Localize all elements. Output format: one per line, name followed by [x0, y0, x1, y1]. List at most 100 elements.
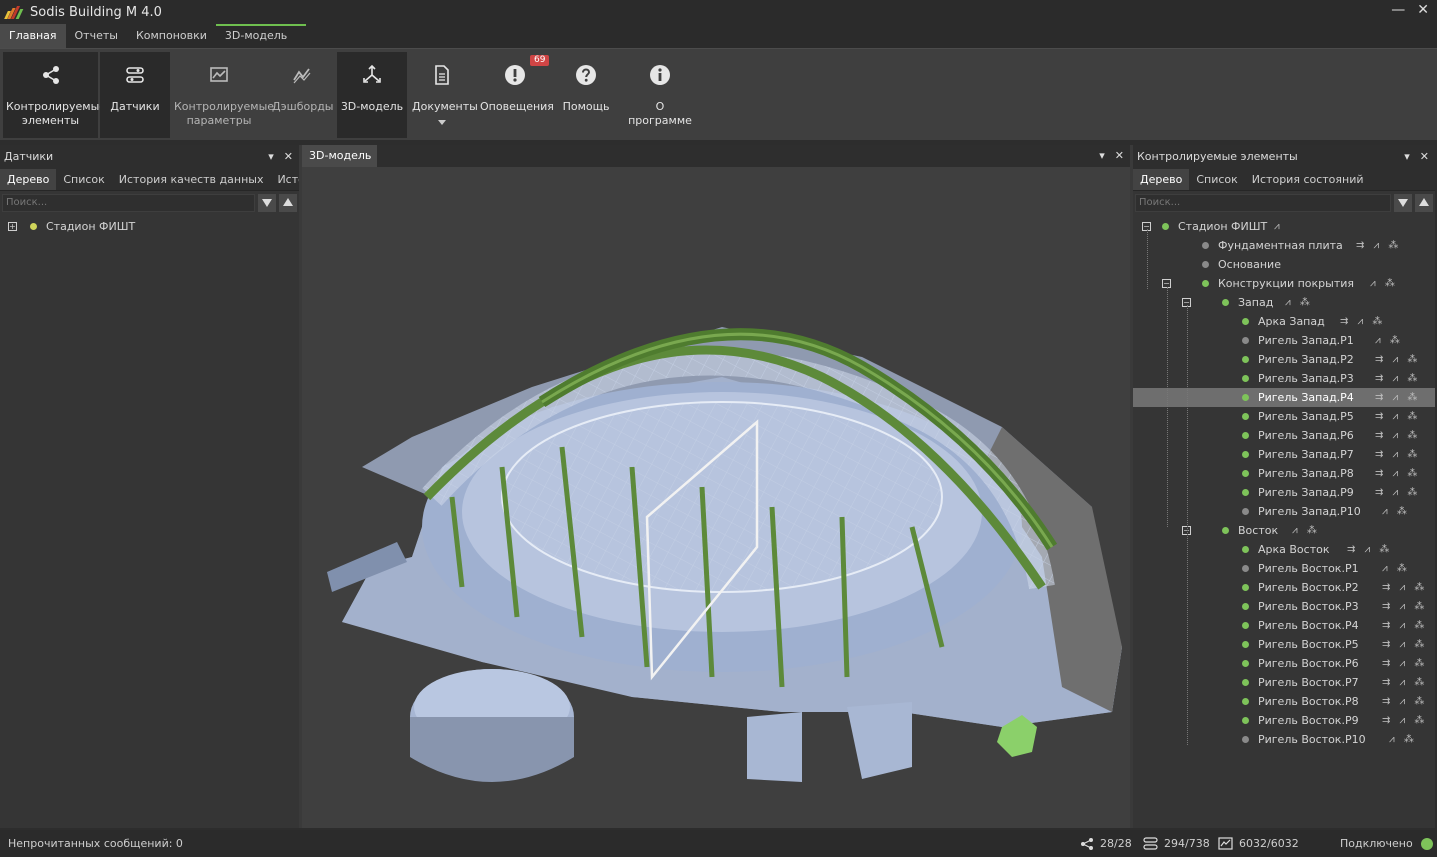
tree-item[interactable]: Арка Запад ⇉ ⩘ ⁂	[1133, 312, 1435, 331]
tree-item[interactable]: Ригель Восток.Р2 ⇉ ⩘ ⁂	[1133, 578, 1435, 597]
tree-item[interactable]: Ригель Запад.Р8 ⇉ ⩘ ⁂	[1133, 464, 1435, 483]
tree-item[interactable]: − Стадион ФИШТ ⩘	[1133, 217, 1435, 236]
tree-item[interactable]: Ригель Восток.Р6 ⇉ ⩘ ⁂	[1133, 654, 1435, 673]
tab-main[interactable]: Главная	[0, 24, 66, 48]
item-actions-icons[interactable]: ⇉ ⩘ ⁂	[1375, 483, 1420, 502]
item-actions-icons[interactable]: ⇉ ⩘ ⁂	[1375, 407, 1420, 426]
ribbon-alerts-button[interactable]: 69 Оповещения	[477, 52, 554, 138]
tab-tree[interactable]: Дерево	[1133, 169, 1190, 190]
document-icon	[434, 65, 449, 85]
item-actions-icons[interactable]: ⩘ ⁂	[1382, 502, 1410, 521]
tree-item[interactable]: Ригель Восток.Р7 ⇉ ⩘ ⁂	[1133, 673, 1435, 692]
tab-3d-view[interactable]: 3D-модель	[302, 145, 377, 167]
tree-item[interactable]: − Запад ⩘ ⁂	[1133, 293, 1435, 312]
tree-item[interactable]: Ригель Восток.Р10 ⩘ ⁂	[1133, 730, 1435, 749]
ribbon-label: Контролируемые параметры	[174, 100, 275, 127]
tree-item[interactable]: Основание	[1133, 255, 1435, 274]
ribbon-controlled-params-button[interactable]: Контролируемые параметры	[171, 52, 275, 138]
tab-layouts[interactable]: Компоновки	[127, 24, 216, 48]
tab-state-history[interactable]: История состояний	[1245, 169, 1371, 190]
item-actions-icons[interactable]: ⇉ ⩘ ⁂	[1375, 445, 1420, 464]
collapse-all-button[interactable]	[1415, 194, 1433, 212]
item-actions-icons[interactable]: ⩘ ⁂	[1375, 331, 1403, 350]
tab-data-quality-history[interactable]: История качеств данных	[112, 169, 271, 190]
ribbon-about-button[interactable]: О программе	[620, 52, 700, 138]
item-actions-icons[interactable]: ⇉ ⩘ ⁂	[1382, 673, 1427, 692]
tree-item[interactable]: − Восток ⩘ ⁂	[1133, 521, 1435, 540]
expand-icon[interactable]: +	[8, 222, 17, 231]
ribbon-controlled-elements-button[interactable]: Контролируемые элементы	[3, 52, 106, 138]
tree-item[interactable]: + Стадион ФИШТ	[0, 217, 299, 236]
tree-item[interactable]: Ригель Запад.Р3 ⇉ ⩘ ⁂	[1133, 369, 1435, 388]
collapse-all-button[interactable]	[279, 194, 297, 212]
panel-menu-icon[interactable]: ▾	[1404, 145, 1410, 169]
item-actions-icons[interactable]: ⇉ ⩘ ⁂	[1375, 369, 1420, 388]
tab-tree[interactable]: Дерево	[0, 169, 57, 190]
item-actions-icons[interactable]: ⇉ ⩘ ⁂	[1382, 578, 1427, 597]
tree-item[interactable]: Ригель Запад.Р5 ⇉ ⩘ ⁂	[1133, 407, 1435, 426]
item-actions-icons[interactable]: ⇉ ⩘ ⁂	[1375, 464, 1420, 483]
app-logo	[4, 5, 24, 19]
item-actions-icons[interactable]: ⇉ ⩘ ⁂	[1340, 312, 1385, 331]
ribbon-sensors-button[interactable]: Датчики	[100, 52, 170, 138]
tree-item[interactable]: Ригель Запад.Р6 ⇉ ⩘ ⁂	[1133, 426, 1435, 445]
item-actions-icons[interactable]: ⇉ ⩘ ⁂	[1375, 426, 1420, 445]
tree-item-label: Ригель Восток.Р1	[1258, 562, 1359, 575]
item-actions-icons[interactable]: ⇉ ⩘ ⁂	[1382, 692, 1427, 711]
viewport-3d[interactable]: 3D-модель ▾ ✕	[302, 145, 1130, 828]
ribbon-3d-model-button[interactable]: 3D-модель	[337, 52, 407, 138]
tab-reports[interactable]: Отчеты	[66, 24, 127, 48]
search-input[interactable]: Поиск...	[1135, 194, 1391, 212]
viewport-menu-icon[interactable]: ▾	[1099, 149, 1105, 162]
item-actions-icons[interactable]: ⩘	[1274, 217, 1283, 236]
search-input[interactable]: Поиск...	[2, 194, 255, 212]
chevron-down-icon[interactable]	[437, 120, 446, 125]
item-actions-icons[interactable]: ⩘ ⁂	[1382, 559, 1410, 578]
tree-item[interactable]: Ригель Восток.Р3 ⇉ ⩘ ⁂	[1133, 597, 1435, 616]
panel-close-icon[interactable]: ✕	[284, 145, 293, 169]
tab-list[interactable]: Список	[56, 169, 111, 190]
ribbon-documents-button[interactable]: Документы	[409, 52, 478, 138]
item-actions-icons[interactable]: ⇉ ⩘ ⁂	[1375, 350, 1420, 369]
panel-close-icon[interactable]: ✕	[1420, 145, 1429, 169]
item-actions-icons[interactable]: ⇉ ⩘ ⁂	[1382, 616, 1427, 635]
item-actions-icons[interactable]: ⩘ ⁂	[1285, 293, 1313, 312]
tree-item[interactable]: Ригель Восток.Р8 ⇉ ⩘ ⁂	[1133, 692, 1435, 711]
item-actions-icons[interactable]: ⇉ ⩘ ⁂	[1356, 236, 1401, 255]
item-actions-icons[interactable]: ⩘ ⁂	[1389, 730, 1417, 749]
item-actions-icons[interactable]: ⇉ ⩘ ⁂	[1382, 597, 1427, 616]
tab-3d-model[interactable]: 3D-модель	[215, 24, 307, 48]
status-dot	[1242, 622, 1249, 629]
ribbon-dashboards-button[interactable]: Дэшборды	[269, 52, 334, 138]
tree-item[interactable]: Ригель Запад.Р1 ⩘ ⁂	[1133, 331, 1435, 350]
tree-item[interactable]: Ригель Запад.Р2 ⇉ ⩘ ⁂	[1133, 350, 1435, 369]
item-actions-icons[interactable]: ⇉ ⩘ ⁂	[1382, 635, 1427, 654]
tree-item[interactable]: Ригель Восток.Р1 ⩘ ⁂	[1133, 559, 1435, 578]
stadium-model[interactable]	[302, 167, 1130, 828]
tab-list[interactable]: Список	[1189, 169, 1244, 190]
tree-item[interactable]: Ригель Восток.Р9 ⇉ ⩘ ⁂	[1133, 711, 1435, 730]
ribbon-help-button[interactable]: Помощь	[555, 52, 617, 138]
expand-all-button[interactable]	[1394, 194, 1412, 212]
tree-item-label: Ригель Запад.Р7	[1258, 448, 1354, 461]
tree-item[interactable]: Ригель Запад.Р7 ⇉ ⩘ ⁂	[1133, 445, 1435, 464]
item-actions-icons[interactable]: ⇉ ⩘ ⁂	[1347, 540, 1392, 559]
viewport-close-icon[interactable]: ✕	[1115, 149, 1124, 162]
item-actions-icons[interactable]: ⇉ ⩘ ⁂	[1375, 388, 1420, 407]
item-actions-icons[interactable]: ⇉ ⩘ ⁂	[1382, 654, 1427, 673]
tree-item[interactable]: − Конструкции покрытия ⩘ ⁂	[1133, 274, 1435, 293]
tree-item[interactable]: Арка Восток ⇉ ⩘ ⁂	[1133, 540, 1435, 559]
item-actions-icons[interactable]: ⇉ ⩘ ⁂	[1382, 711, 1427, 730]
close-button[interactable]: ✕	[1417, 2, 1429, 18]
panel-menu-icon[interactable]: ▾	[268, 145, 274, 169]
item-actions-icons[interactable]: ⩘ ⁂	[1292, 521, 1320, 540]
tree-item[interactable]: Ригель Запад.Р10 ⩘ ⁂	[1133, 502, 1435, 521]
tree-item[interactable]: Ригель Запад.Р9 ⇉ ⩘ ⁂	[1133, 483, 1435, 502]
tree-item[interactable]: Ригель Восток.Р5 ⇉ ⩘ ⁂	[1133, 635, 1435, 654]
tree-item[interactable]: Ригель Восток.Р4 ⇉ ⩘ ⁂	[1133, 616, 1435, 635]
minimize-button[interactable]: —	[1391, 2, 1405, 18]
tree-item[interactable]: Ригель Запад.Р4 ⇉ ⩘ ⁂	[1133, 388, 1435, 407]
expand-all-button[interactable]	[258, 194, 276, 212]
tree-item[interactable]: Фундаментная плита ⇉ ⩘ ⁂	[1133, 236, 1435, 255]
item-actions-icons[interactable]: ⩘ ⁂	[1370, 274, 1398, 293]
